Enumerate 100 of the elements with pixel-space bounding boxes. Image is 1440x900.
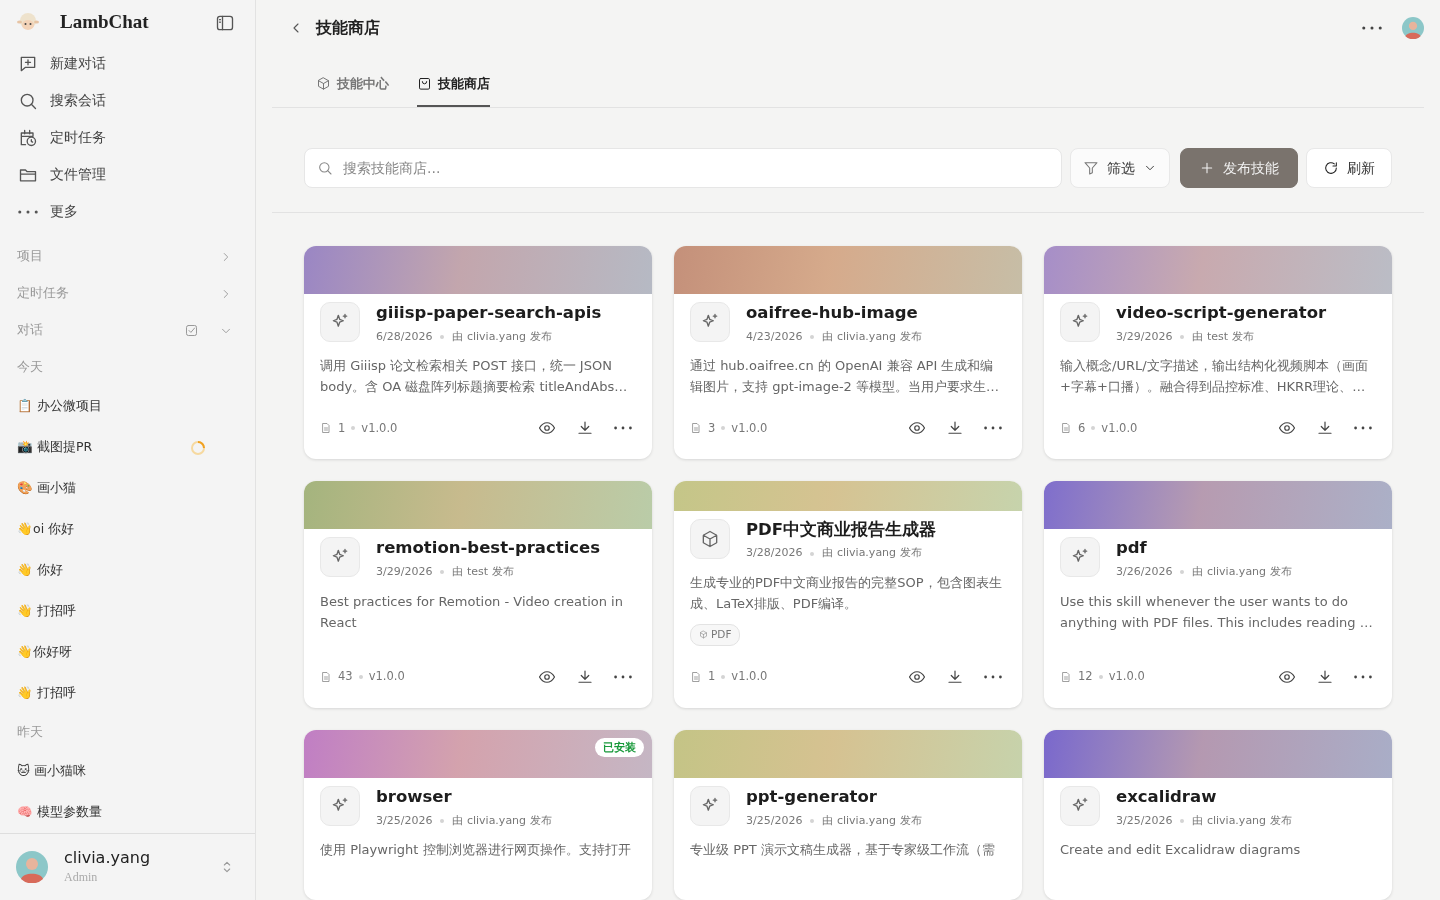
sidebar-menu-item[interactable]: 文件管理 <box>8 156 247 193</box>
skill-card[interactable]: oaifree-hub-image 4/23/2026 由 clivia.yang 发布 通过 hub.oaifree.cn 的 OpenAI 兼容 API 生成和编辑图片，支持 gpt-image-2 等模型。当用户要求生… 3 v1.0.0 <box>674 246 1022 460</box>
skill-card[interactable]: PDF中文商业报告生成器 3/28/2026 由 clivia.yang 发布 生成专业的PDF中文商业报告的完整SOP，包含图表生成、LaTeX排版、PDF编译。 PDF 1 v1.0.0 <box>674 481 1022 708</box>
conversation-item[interactable]: 👋 打招呼 <box>17 684 76 703</box>
file-icon <box>1060 422 1072 435</box>
plus-icon <box>1199 160 1215 176</box>
skill-card[interactable]: giiisp-paper-search-apis 6/28/2026 由 clivia.yang 发布 调用 Giiisp 论文检索相关 POST 接口，统一 JSON body。含 OA 磁盘阵列标题摘要检索 titleAndAbs… 1 v1.0.0 <box>304 246 652 460</box>
skill-version: v1.0.0 <box>1108 668 1145 686</box>
skill-date: 3/25/2026 <box>746 812 803 829</box>
file-icon <box>320 670 332 683</box>
section-label: 项目 <box>17 247 43 266</box>
conversation-item[interactable]: 📸 截图提PR <box>17 438 93 457</box>
file-count: 12 <box>1078 668 1093 686</box>
section-label: 定时任务 <box>17 284 69 303</box>
skill-date: 3/26/2026 <box>1116 564 1173 581</box>
page-title: 技能商店 <box>316 16 380 39</box>
skill-date: 3/25/2026 <box>1116 812 1173 829</box>
more-icon <box>984 426 1002 431</box>
filter-icon <box>1083 160 1099 176</box>
skill-title: PDF中文商业报告生成器 <box>746 519 937 540</box>
skill-card[interactable]: 已安装 browser 3/25/2026 由 clivia.yang 发布 使用 Playwright 控制浏览器进行网页操作。支持打开 <box>304 729 652 900</box>
skill-description: 生成专业的PDF中文商业报告的完整SOP，包含图表生成、LaTeX排版、PDF编译。 <box>689 573 1003 613</box>
conversation-item[interactable]: 👋oi 你好 <box>17 520 75 539</box>
publish-button[interactable]: 发布技能 <box>1180 148 1298 188</box>
sidebar-menu-item[interactable]: 定时任务 <box>8 119 247 156</box>
more-icon <box>1354 426 1372 431</box>
skill-description: Create and edit Excalidraw diagrams <box>1059 841 1302 859</box>
skill-date: 3/28/2026 <box>746 545 803 562</box>
more-icon <box>984 674 1002 679</box>
sidebar-menu-item[interactable]: 搜索会话 <box>8 82 247 119</box>
brand-name: LambChat <box>60 10 149 35</box>
file-count: 1 <box>338 419 346 437</box>
skill-title: browser <box>376 786 453 807</box>
conversation-item[interactable]: 🎨 画小猫 <box>17 479 76 498</box>
group-label: 昨天 <box>17 723 43 742</box>
skill-version: v1.0.0 <box>731 668 768 686</box>
cube-icon <box>699 630 708 640</box>
skill-description: 使用 Playwright 控制浏览器进行网页操作。支持打开 <box>319 841 632 859</box>
skill-author: 由 clivia.yang 发布 <box>822 328 922 345</box>
more-icon <box>18 209 38 214</box>
conversation-item[interactable]: 🐱 画小猫咪 <box>17 762 86 781</box>
conversation-item[interactable]: 🧠 模型参数量 <box>17 803 102 822</box>
skill-title: excalidraw <box>1116 786 1218 807</box>
skill-description: 专业级 PPT 演示文稿生成器，基于专家级工作流（需 <box>689 841 996 859</box>
skill-card[interactable]: excalidraw 3/25/2026 由 clivia.yang 发布 Create and edit Excalidraw diagrams <box>1044 729 1392 900</box>
skill-author: 由 test 发布 <box>1192 328 1254 345</box>
skill-description: 调用 Giiisp 论文检索相关 POST 接口，统一 JSON body。含 OA 磁盘阵列标题摘要检索 titleAndAbs… <box>319 357 629 397</box>
skill-date: 4/23/2026 <box>746 328 803 345</box>
skill-description: Use this skill whenever the user wants to do anything with PDF files. This includes reading … <box>1059 592 1374 632</box>
sidebar-menu-item[interactable]: 新建对话 <box>8 45 247 82</box>
more-icon <box>1354 674 1372 679</box>
skill-author: 由 test 发布 <box>452 564 514 581</box>
conversation-item[interactable]: 👋 你好 <box>17 561 63 580</box>
skill-card[interactable]: remotion-best-practices 3/29/2026 由 test 发布 Best practices for Remotion - Video creation in React 43 v1.0.0 <box>304 481 652 708</box>
skill-title: ppt-generator <box>746 786 878 807</box>
skill-author: 由 clivia.yang 发布 <box>822 545 922 562</box>
tag: PDF <box>690 623 741 646</box>
skill-author: 由 clivia.yang 发布 <box>1192 564 1292 581</box>
cube-icon <box>316 75 331 91</box>
tab[interactable]: 技能商店 <box>417 73 490 107</box>
user-avatar[interactable] <box>16 851 48 883</box>
file-count: 3 <box>708 419 716 437</box>
skill-card[interactable]: ppt-generator 3/25/2026 由 clivia.yang 发布 专业级 PPT 演示文稿生成器，基于专家级工作流（需 <box>674 729 1022 900</box>
filter-button[interactable]: 筛选 <box>1070 148 1170 188</box>
file-count: 1 <box>708 668 716 686</box>
tab[interactable]: 技能中心 <box>316 73 389 107</box>
file-count: 6 <box>1078 419 1086 437</box>
skill-card[interactable]: pdf 3/26/2026 由 clivia.yang 发布 Use this skill whenever the user wants to do anything with PDF files. This includes reading … 12 v1.0.0 <box>1044 481 1392 708</box>
more-icon <box>614 674 632 679</box>
skill-description: 输入概念/URL/文字描述，输出结构化视频脚本（画面+字幕+口播）。融合得到品控标准、HKRR理论、… <box>1059 357 1369 397</box>
conversation-item[interactable]: 👋 打招呼 <box>17 602 76 621</box>
skill-card[interactable]: video-script-generator 3/29/2026 由 test 发布 输入概念/URL/文字描述，输出结构化视频脚本（画面+字幕+口播）。融合得到品控标准、HKRR理论、… 6 v1.0.0 <box>1044 246 1392 460</box>
skill-author: 由 clivia.yang 发布 <box>452 328 552 345</box>
section-label: 对话 <box>17 321 43 340</box>
user-name: clivia.yang <box>64 848 151 868</box>
conversation-item[interactable]: 📋 办公微项目 <box>17 397 102 416</box>
cube-icon <box>700 528 720 549</box>
skill-date: 6/28/2026 <box>376 328 433 345</box>
sidebar-menu-item[interactable]: 更多 <box>8 193 247 230</box>
group-label: 今天 <box>17 358 43 377</box>
search-icon <box>317 160 333 176</box>
skill-date: 3/25/2026 <box>376 812 433 829</box>
search-box[interactable]: 搜索技能商店... <box>304 148 1062 188</box>
skill-description: Best practices for Remotion - Video creation in React <box>319 592 624 632</box>
conversation-item[interactable]: 👋你好呀 <box>17 643 72 662</box>
skill-version: v1.0.0 <box>1101 419 1138 437</box>
skill-title: remotion-best-practices <box>376 538 601 559</box>
more-icon <box>614 426 632 431</box>
bag-icon <box>417 75 432 91</box>
file-icon <box>690 670 702 683</box>
header-avatar[interactable] <box>1402 16 1424 39</box>
file-icon <box>320 422 332 435</box>
skill-author: 由 clivia.yang 发布 <box>452 812 552 829</box>
skill-version: v1.0.0 <box>368 668 405 686</box>
refresh-button[interactable]: 刷新 <box>1306 148 1392 188</box>
user-role: Admin <box>64 869 99 886</box>
skill-title: oaifree-hub-image <box>746 303 919 323</box>
skill-version: v1.0.0 <box>731 419 768 437</box>
skill-description: 通过 hub.oaifree.cn 的 OpenAI 兼容 API 生成和编辑图片，支持 gpt-image-2 等模型。当用户要求生… <box>689 357 1000 397</box>
search-field[interactable]: 搜索技能商店... <box>341 156 1049 180</box>
